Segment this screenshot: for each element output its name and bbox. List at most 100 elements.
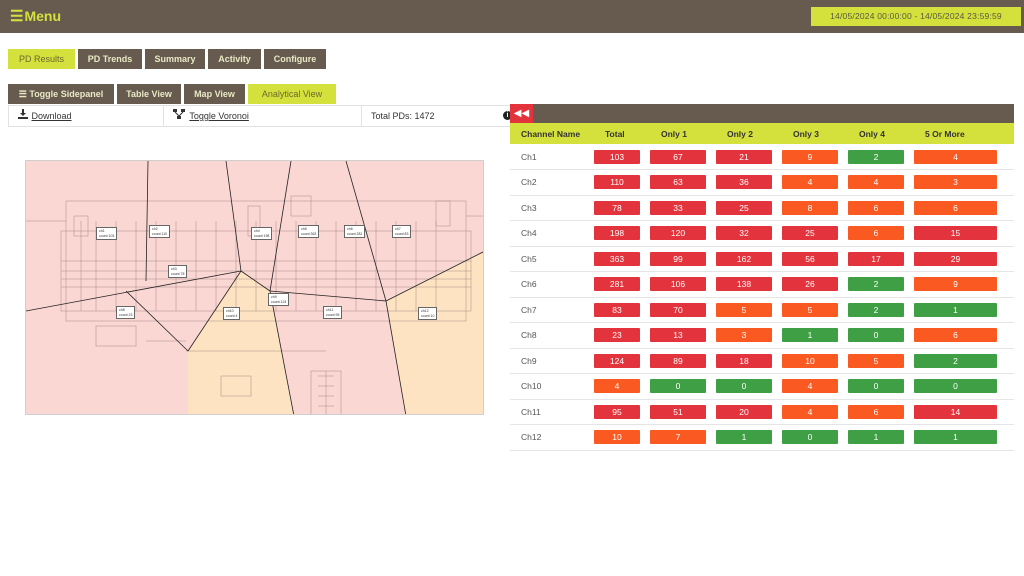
column-header[interactable]: Channel Name <box>510 123 594 144</box>
map-label[interactable]: ch6 count 281 <box>344 225 366 238</box>
tab-pd-results[interactable]: PD Results <box>8 49 75 69</box>
tab-map-view[interactable]: Map View <box>184 84 245 104</box>
tab-summary[interactable]: Summary <box>145 49 205 69</box>
column-header[interactable]: Only 4 <box>848 123 914 144</box>
count-cell: 0 <box>848 373 914 400</box>
tab-table-view[interactable]: Table View <box>117 84 181 104</box>
table-row[interactable]: Ch11 95 51 20 4 6 14 <box>510 399 1014 425</box>
channel-name: Ch4 <box>510 220 594 247</box>
map-label-channel: ch4 <box>254 229 260 233</box>
map-label[interactable]: ch12 count 10 <box>418 307 438 320</box>
table-row[interactable]: Ch9 124 89 18 10 5 2 <box>510 348 1014 374</box>
count-cell: 103 <box>594 144 650 170</box>
count-cell: 4 <box>782 169 848 196</box>
map-label-channel: ch7 <box>395 227 401 231</box>
count-cell: 0 <box>650 373 716 400</box>
table-row[interactable]: Ch3 78 33 25 8 6 6 <box>510 195 1014 221</box>
count-badge: 5 <box>848 353 904 368</box>
count-cell: 8 <box>782 195 848 221</box>
map-label[interactable]: ch2 count 110 <box>149 225 171 238</box>
count-cell: 17 <box>848 246 914 272</box>
count-badge: 33 <box>650 200 706 215</box>
map-label[interactable]: ch8 count 23 <box>116 306 136 319</box>
count-badge: 0 <box>782 430 838 445</box>
count-cell: 3 <box>716 322 782 349</box>
map-label-count: count 95 <box>326 312 340 317</box>
total-pds-cell: Total PDs: 1472 i <box>362 106 515 126</box>
count-badge: 281 <box>594 277 640 292</box>
date-range-picker[interactable]: 14/05/2024 00:00:00 - 14/05/2024 23:59:5… <box>811 7 1021 26</box>
count-cell: 106 <box>650 271 716 298</box>
double-chevron-left-icon: ◀◀ <box>513 108 530 119</box>
voronoi-cell-orange-right <box>386 252 483 414</box>
column-header[interactable]: Only 1 <box>650 123 716 144</box>
map-label[interactable]: ch4 count 198 <box>251 227 273 240</box>
count-badge: 198 <box>594 226 640 241</box>
table-row[interactable]: Ch8 23 13 3 1 0 6 <box>510 322 1014 349</box>
collapse-panel-button[interactable]: ◀◀ <box>510 104 533 123</box>
count-cell: 162 <box>716 246 782 272</box>
count-cell: 198 <box>594 220 650 247</box>
download-link[interactable]: Download <box>32 111 72 121</box>
map-label[interactable]: ch11 count 95 <box>323 306 343 319</box>
count-badge: 0 <box>848 379 904 394</box>
menu-label: Menu <box>24 8 62 24</box>
table-row[interactable]: Ch10 4 0 0 4 0 0 <box>510 373 1014 400</box>
map-label[interactable]: ch1 count 103 <box>96 227 118 240</box>
toggle-sidepanel-button[interactable]: ☰ Toggle Sidepanel <box>8 84 114 104</box>
channel-name: Ch8 <box>510 322 594 349</box>
count-cell: 2 <box>848 297 914 323</box>
count-badge: 0 <box>914 379 997 394</box>
map-label[interactable]: ch3 count 78 <box>168 265 188 278</box>
map-label[interactable]: ch5 count 363 <box>298 225 320 238</box>
table-row[interactable]: Ch2 110 63 36 4 4 3 <box>510 169 1014 196</box>
table-row[interactable]: Ch1 103 67 21 9 2 4 <box>510 144 1014 170</box>
download-cell[interactable]: Download <box>9 106 164 126</box>
table-row[interactable]: Ch4 198 120 32 25 6 15 <box>510 220 1014 247</box>
toggle-sidepanel-label: Toggle Sidepanel <box>29 89 104 99</box>
count-cell: 29 <box>914 246 1014 272</box>
count-badge: 56 <box>782 251 838 266</box>
map-label-count: count 363 <box>301 231 317 236</box>
count-badge: 83 <box>594 302 640 317</box>
count-cell: 18 <box>716 348 782 374</box>
voronoi-cell[interactable]: Toggle Voronoi <box>164 106 362 126</box>
count-badge: 67 <box>650 149 706 164</box>
count-cell: 2 <box>914 348 1014 374</box>
count-badge: 20 <box>716 404 772 419</box>
column-header[interactable]: Only 2 <box>716 123 782 144</box>
table-row[interactable]: Ch12 10 7 1 0 1 1 <box>510 424 1014 451</box>
count-cell: 363 <box>594 246 650 272</box>
table-row[interactable]: Ch6 281 106 138 26 2 9 <box>510 271 1014 298</box>
count-badge: 29 <box>914 251 997 266</box>
table-row[interactable]: Ch7 83 70 5 5 2 1 <box>510 297 1014 323</box>
toggle-voronoi-link[interactable]: Toggle Voronoi <box>189 111 249 121</box>
count-cell: 23 <box>594 322 650 349</box>
count-badge: 95 <box>594 404 640 419</box>
menu-button[interactable]: ☰ Menu <box>10 7 61 25</box>
tab-configure[interactable]: Configure <box>264 49 326 69</box>
tab-activity[interactable]: Activity <box>208 49 261 69</box>
count-cell: 10 <box>782 348 848 374</box>
map-label[interactable]: ch7 count 83 <box>392 225 412 238</box>
table-row[interactable]: Ch5 363 99 162 56 17 29 <box>510 246 1014 272</box>
column-header[interactable]: Total <box>594 123 650 144</box>
count-cell: 4 <box>848 169 914 196</box>
tab-analytical-view[interactable]: Analytical View <box>248 84 336 104</box>
count-cell: 1 <box>716 424 782 451</box>
count-cell: 83 <box>594 297 650 323</box>
count-badge: 3 <box>914 175 997 190</box>
count-cell: 95 <box>594 399 650 425</box>
map-label-count: count 10 <box>421 313 435 318</box>
map-label[interactable]: ch10 count 4 <box>223 307 241 320</box>
tab-pd-trends[interactable]: PD Trends <box>78 49 142 69</box>
channel-name: Ch10 <box>510 373 594 400</box>
map-label-channel: ch6 <box>347 227 353 231</box>
count-cell: 0 <box>848 322 914 349</box>
column-header[interactable]: 5 Or More <box>914 123 1014 144</box>
map-label[interactable]: ch9 count 124 <box>268 293 290 306</box>
side-panel-header: ◀◀ <box>510 104 1014 123</box>
count-cell: 6 <box>914 195 1014 221</box>
voronoi-floor-plan[interactable]: ch1 count 103 ch2 count 110 ch3 count 78 ch… <box>25 160 484 415</box>
column-header[interactable]: Only 3 <box>782 123 848 144</box>
